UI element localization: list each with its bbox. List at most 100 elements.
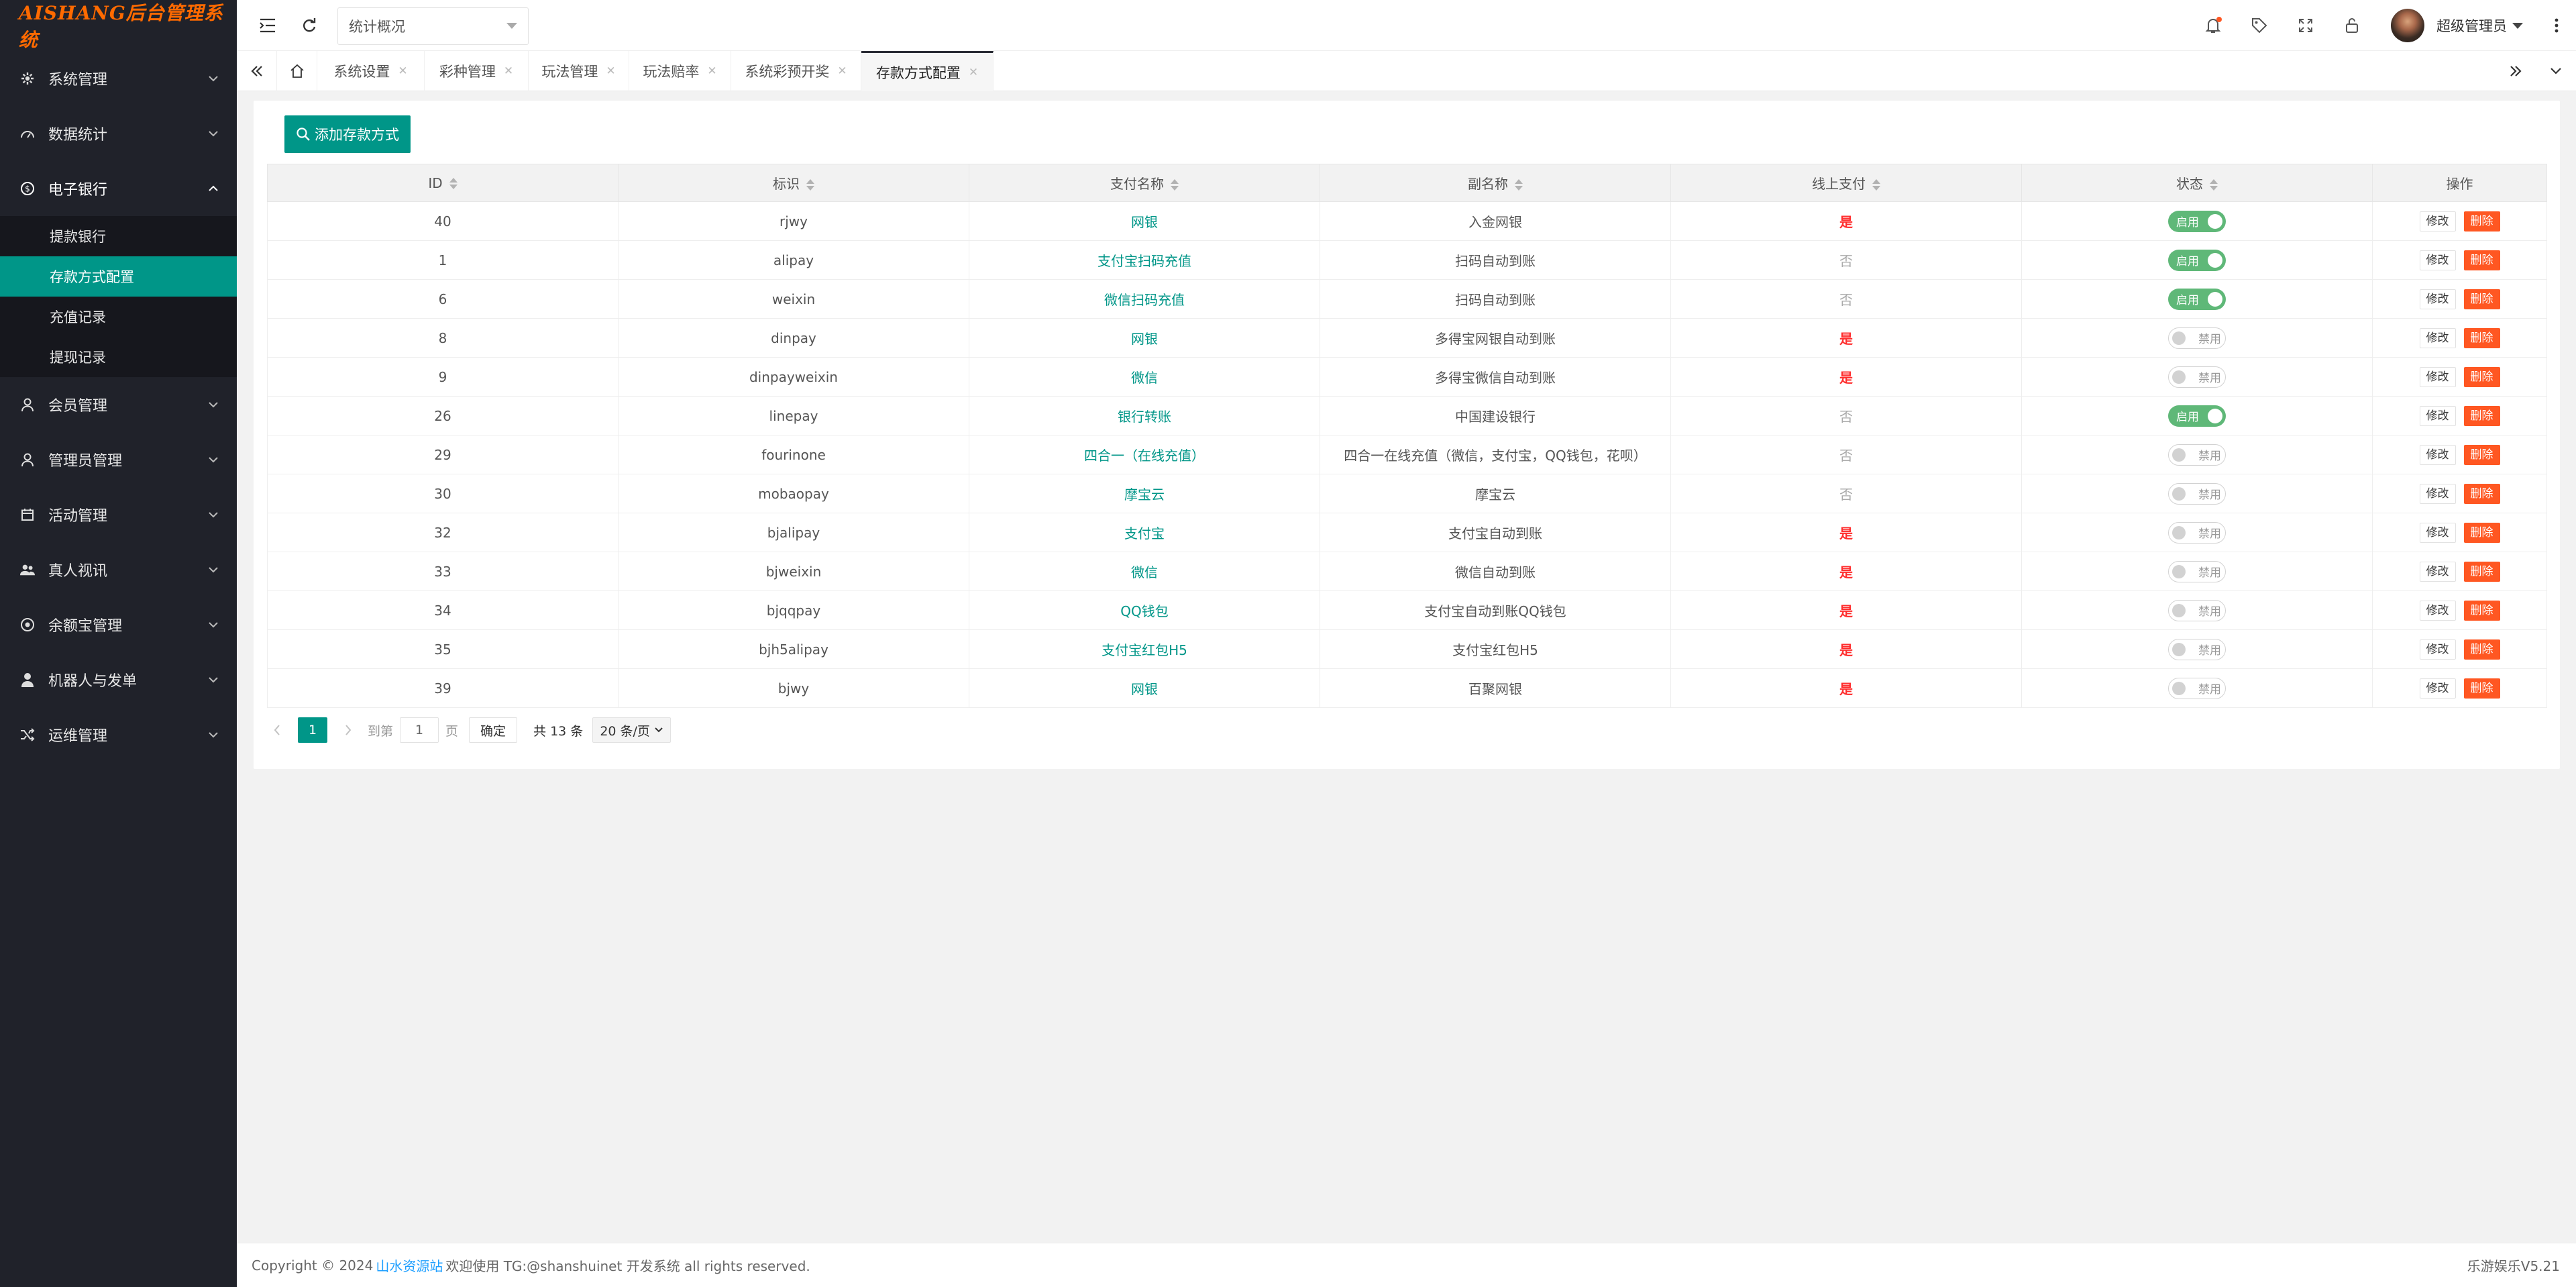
tabs-scroll-right-icon[interactable] <box>2496 51 2536 91</box>
delete-button[interactable]: 删除 <box>2463 366 2500 387</box>
cell-pay-name[interactable]: 支付宝红包H5 <box>969 629 1320 669</box>
edit-button[interactable]: 修改 <box>2419 327 2456 348</box>
delete-button[interactable]: 删除 <box>2463 639 2500 660</box>
status-toggle[interactable]: 禁用 <box>2168 677 2226 699</box>
lock-icon[interactable] <box>2340 13 2364 38</box>
close-icon[interactable]: ✕ <box>969 66 978 79</box>
sort-icon[interactable] <box>806 178 814 191</box>
tabs-menu-icon[interactable] <box>2536 51 2576 91</box>
close-icon[interactable]: ✕ <box>837 64 847 78</box>
column-header[interactable]: 状态 <box>2021 164 2373 202</box>
bell-icon[interactable] <box>2201 13 2225 38</box>
sort-icon[interactable] <box>2210 178 2218 191</box>
status-toggle[interactable]: 启用 <box>2168 288 2226 310</box>
sidebar-item[interactable]: 系统管理 <box>0 51 237 106</box>
cell-pay-name[interactable]: 四合一（在线充值） <box>969 435 1320 474</box>
cell-pay-name[interactable]: 微信扫码充值 <box>969 279 1320 319</box>
cell-pay-name[interactable]: 摩宝云 <box>969 474 1320 513</box>
sidebar-item[interactable]: 运维管理 <box>0 707 237 762</box>
tab-item[interactable]: 系统设置 ✕ <box>317 51 425 91</box>
overview-select[interactable]: 统计概况 <box>337 7 529 45</box>
status-toggle[interactable]: 禁用 <box>2168 444 2226 466</box>
sort-icon[interactable] <box>1171 178 1179 191</box>
delete-button[interactable]: 删除 <box>2463 561 2500 582</box>
sidebar-item[interactable]: 数据统计 <box>0 106 237 161</box>
sort-icon[interactable] <box>1515 178 1523 191</box>
cell-pay-name[interactable]: 微信 <box>969 552 1320 591</box>
cell-pay-name[interactable]: 网银 <box>969 668 1320 708</box>
close-icon[interactable]: ✕ <box>707 64 716 78</box>
sidebar-item[interactable]: $ 电子银行 <box>0 161 237 216</box>
status-toggle[interactable]: 启用 <box>2168 210 2226 232</box>
sidebar-item[interactable]: 余额宝管理 <box>0 597 237 652</box>
status-toggle[interactable]: 禁用 <box>2168 638 2226 660</box>
tab-item[interactable]: 系统彩预开奖 ✕ <box>731 51 861 91</box>
column-header[interactable]: 标识 <box>618 164 969 202</box>
cell-pay-name[interactable]: 网银 <box>969 201 1320 241</box>
column-header[interactable]: 线上支付 <box>1670 164 2022 202</box>
close-icon[interactable]: ✕ <box>504 64 513 78</box>
tab-item[interactable]: 彩种管理 ✕ <box>425 51 529 91</box>
edit-button[interactable]: 修改 <box>2419 444 2456 465</box>
sort-icon[interactable] <box>1872 178 1880 191</box>
cell-pay-name[interactable]: 支付宝 <box>969 513 1320 552</box>
edit-button[interactable]: 修改 <box>2419 211 2456 231</box>
app-logo[interactable]: AISHANG后台管理系统 <box>0 0 237 51</box>
delete-button[interactable]: 删除 <box>2463 211 2500 231</box>
user-menu[interactable]: 超级管理员 <box>2391 8 2523 43</box>
delete-button[interactable]: 删除 <box>2463 327 2500 348</box>
delete-button[interactable]: 删除 <box>2463 600 2500 621</box>
page-confirm-button[interactable]: 确定 <box>469 717 518 743</box>
edit-button[interactable]: 修改 <box>2419 522 2456 543</box>
status-toggle[interactable]: 禁用 <box>2168 521 2226 544</box>
column-header[interactable]: 副名称 <box>1320 164 1671 202</box>
edit-button[interactable]: 修改 <box>2419 405 2456 426</box>
tag-icon[interactable] <box>2247 13 2271 38</box>
status-toggle[interactable]: 禁用 <box>2168 482 2226 505</box>
delete-button[interactable]: 删除 <box>2463 444 2500 465</box>
status-toggle[interactable]: 启用 <box>2168 405 2226 427</box>
edit-button[interactable]: 修改 <box>2419 678 2456 699</box>
tab-item[interactable]: 玩法赔率 ✕ <box>629 51 731 91</box>
delete-button[interactable]: 删除 <box>2463 405 2500 426</box>
tabs-scroll-left-icon[interactable] <box>237 51 277 91</box>
cell-pay-name[interactable]: 支付宝扫码充值 <box>969 240 1320 280</box>
status-toggle[interactable]: 禁用 <box>2168 366 2226 388</box>
status-toggle[interactable]: 启用 <box>2168 249 2226 271</box>
sidebar-item[interactable]: 管理员管理 <box>0 432 237 487</box>
edit-button[interactable]: 修改 <box>2419 600 2456 621</box>
cell-pay-name[interactable]: 微信 <box>969 357 1320 397</box>
fullscreen-icon[interactable] <box>2294 13 2318 38</box>
sidebar-subitem[interactable]: 提现记录 <box>0 337 237 377</box>
page-input[interactable]: 1 <box>400 717 439 743</box>
cell-pay-name[interactable]: 网银 <box>969 318 1320 358</box>
sidebar-subitem[interactable]: 提款银行 <box>0 216 237 256</box>
cell-pay-name[interactable]: 银行转账 <box>969 396 1320 435</box>
next-page-icon[interactable] <box>338 717 358 743</box>
edit-button[interactable]: 修改 <box>2419 639 2456 660</box>
menu-toggle-icon[interactable] <box>256 13 280 38</box>
close-icon[interactable]: ✕ <box>398 64 407 78</box>
site-link[interactable]: 山水资源站 <box>376 1255 443 1275</box>
edit-button[interactable]: 修改 <box>2419 250 2456 270</box>
prev-page-icon[interactable] <box>267 717 287 743</box>
edit-button[interactable]: 修改 <box>2419 289 2456 309</box>
tab-item[interactable]: 存款方式配置 ✕ <box>861 51 994 91</box>
column-header[interactable]: 支付名称 <box>969 164 1320 202</box>
status-toggle[interactable]: 禁用 <box>2168 560 2226 582</box>
add-deposit-method-button[interactable]: 添加存款方式 <box>284 115 411 153</box>
more-vertical-icon[interactable] <box>2544 13 2569 38</box>
cell-pay-name[interactable]: QQ钱包 <box>969 590 1320 630</box>
delete-button[interactable]: 删除 <box>2463 250 2500 270</box>
sidebar-item[interactable]: 活动管理 <box>0 487 237 542</box>
sort-icon[interactable] <box>449 178 458 190</box>
sidebar-item[interactable]: 会员管理 <box>0 377 237 432</box>
edit-button[interactable]: 修改 <box>2419 366 2456 387</box>
edit-button[interactable]: 修改 <box>2419 561 2456 582</box>
close-icon[interactable]: ✕ <box>606 64 615 78</box>
status-toggle[interactable]: 禁用 <box>2168 327 2226 349</box>
tab-item[interactable]: 玩法管理 ✕ <box>529 51 629 91</box>
delete-button[interactable]: 删除 <box>2463 522 2500 543</box>
status-toggle[interactable]: 禁用 <box>2168 599 2226 621</box>
sidebar-subitem[interactable]: 存款方式配置 <box>0 256 237 297</box>
